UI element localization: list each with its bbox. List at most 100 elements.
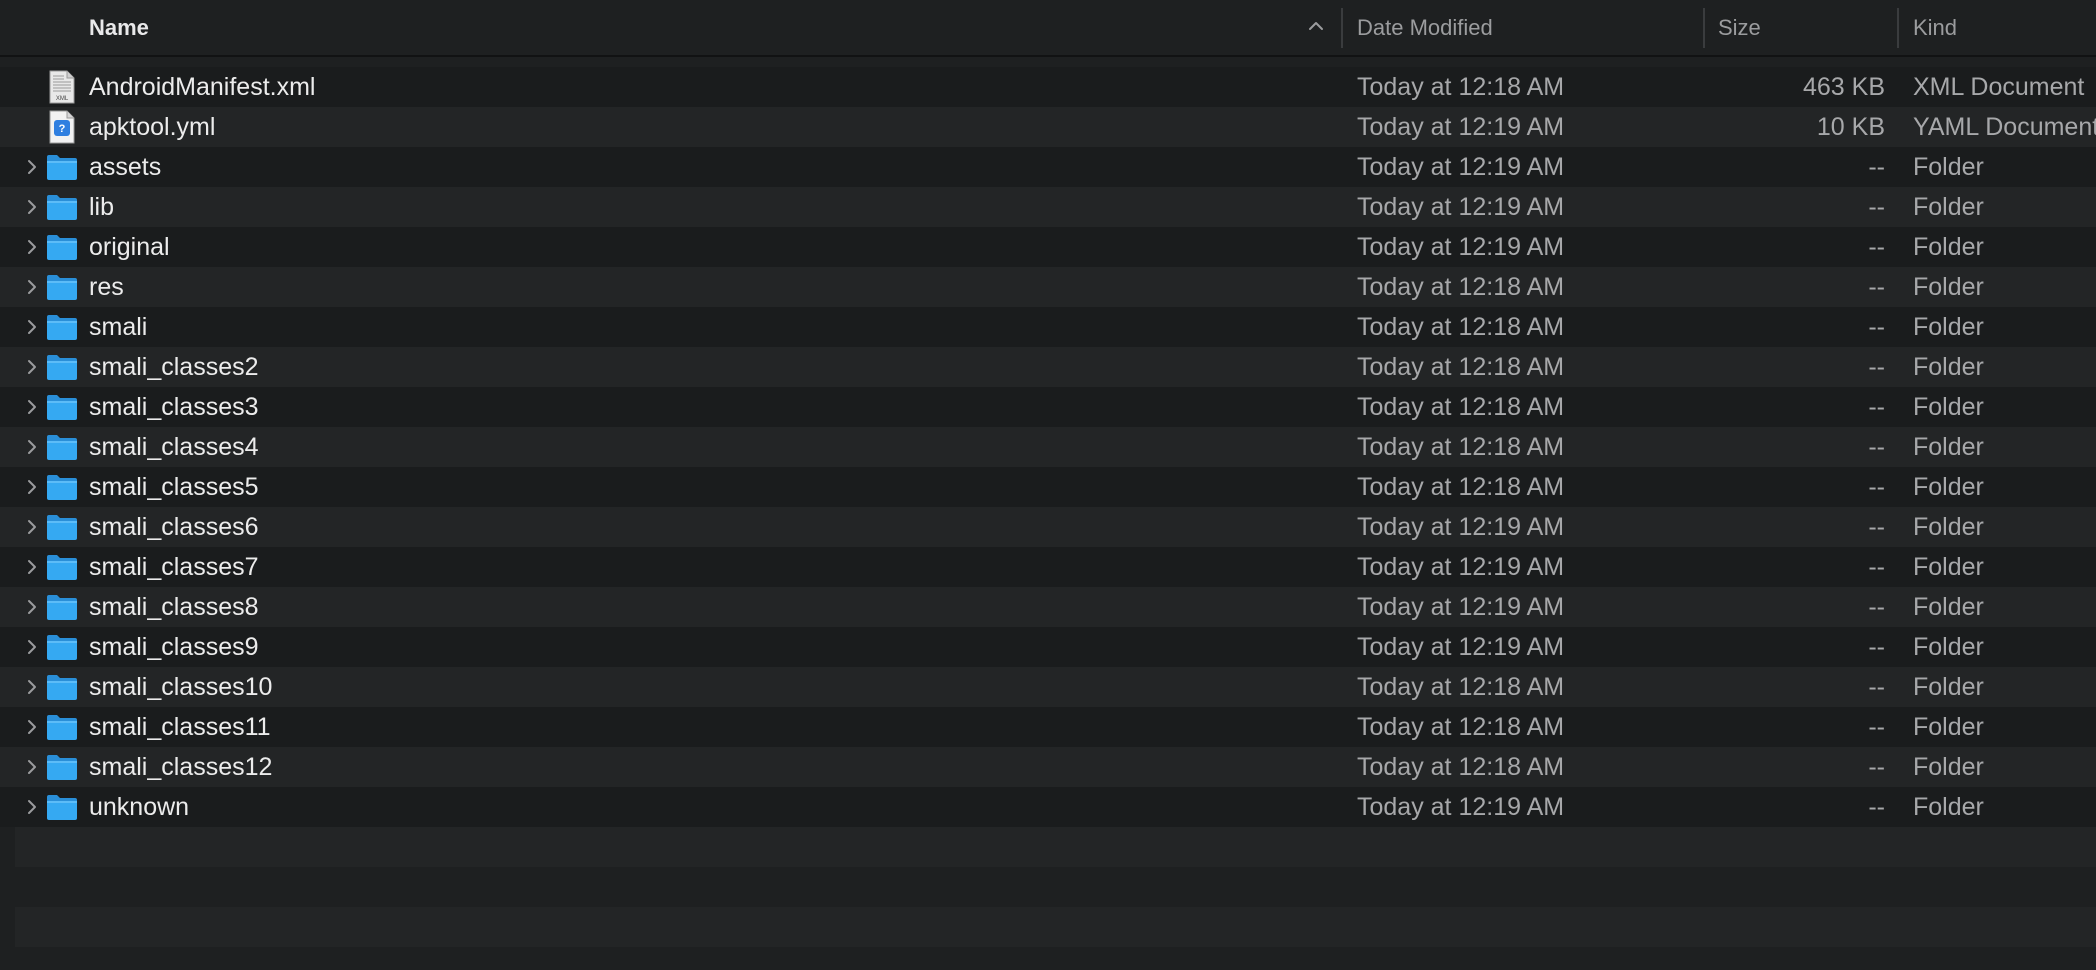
folder-icon — [46, 193, 78, 221]
file-row[interactable]: ? apktool.yml Today at 12:19 AM 10 KB YAML D… — [0, 107, 2096, 147]
date-modified: Today at 12:18 AM — [1357, 393, 1565, 421]
date-modified: Today at 12:18 AM — [1357, 433, 1565, 461]
file-kind: Folder — [1913, 393, 1984, 421]
file-name: unknown — [89, 793, 190, 821]
file-kind: Folder — [1913, 473, 1984, 501]
file-size: -- — [1868, 473, 1885, 501]
yaml-document-icon: ? — [49, 110, 75, 144]
folder-row[interactable]: smali Today at 12:18 AM -- Folder — [0, 307, 2096, 347]
disclosure-chevron-icon[interactable] — [24, 557, 40, 577]
sort-ascending-chevron-icon[interactable] — [1306, 16, 1326, 36]
folder-row[interactable]: smali_classes6 Today at 12:19 AM -- Folder — [0, 507, 2096, 547]
file-row[interactable]: XML AndroidManifest.xml Today at 12:18 AM 4… — [0, 67, 2096, 107]
file-size: -- — [1868, 633, 1885, 661]
file-size: -- — [1868, 273, 1885, 301]
folder-row[interactable]: smali_classes12 Today at 12:18 AM -- Folder — [0, 747, 2096, 787]
file-kind: Folder — [1913, 273, 1984, 301]
file-size: -- — [1868, 153, 1885, 181]
folder-icon — [46, 793, 78, 821]
file-name: smali_classes10 — [89, 673, 273, 701]
folder-row[interactable]: smali_classes4 Today at 12:18 AM -- Folder — [0, 427, 2096, 467]
xml-document-icon: XML — [49, 70, 75, 104]
column-divider[interactable] — [1703, 8, 1705, 48]
disclosure-chevron-icon[interactable] — [24, 397, 40, 417]
file-size: 10 KB — [1816, 113, 1885, 141]
folder-icon — [46, 473, 78, 501]
column-header-bar: Name Date Modified Size Kind — [0, 0, 2096, 57]
disclosure-chevron-icon[interactable] — [24, 477, 40, 497]
folder-row[interactable]: assets Today at 12:19 AM -- Folder — [0, 147, 2096, 187]
column-header-size[interactable]: Size — [1718, 0, 1761, 55]
file-size: 463 KB — [1802, 73, 1885, 101]
date-modified: Today at 12:18 AM — [1357, 753, 1565, 781]
folder-icon — [46, 393, 78, 421]
date-modified: Today at 12:19 AM — [1357, 193, 1565, 221]
file-name: smali_classes2 — [89, 353, 259, 381]
disclosure-chevron-icon[interactable] — [24, 357, 40, 377]
disclosure-chevron-icon[interactable] — [24, 317, 40, 337]
date-modified: Today at 12:19 AM — [1357, 233, 1565, 261]
file-name: smali_classes12 — [89, 753, 273, 781]
file-name: smali_classes6 — [89, 513, 259, 541]
file-kind: Folder — [1913, 713, 1984, 741]
file-kind: YAML Document — [1913, 113, 2096, 141]
file-kind: Folder — [1913, 153, 1984, 181]
disclosure-chevron-icon[interactable] — [24, 717, 40, 737]
column-header-date-modified[interactable]: Date Modified — [1357, 0, 1493, 55]
folder-row[interactable]: smali_classes10 Today at 12:18 AM -- Folder — [0, 667, 2096, 707]
disclosure-chevron-icon[interactable] — [24, 637, 40, 657]
date-modified: Today at 12:19 AM — [1357, 553, 1565, 581]
disclosure-chevron-icon[interactable] — [24, 157, 40, 177]
folder-row[interactable]: original Today at 12:19 AM -- Folder — [0, 227, 2096, 267]
folder-icon — [46, 433, 78, 461]
disclosure-chevron-icon[interactable] — [24, 197, 40, 217]
date-modified: Today at 12:18 AM — [1357, 713, 1565, 741]
file-kind: Folder — [1913, 233, 1984, 261]
disclosure-chevron-icon[interactable] — [24, 757, 40, 777]
file-name: smali_classes9 — [89, 633, 259, 661]
file-list: XML AndroidManifest.xml Today at 12:18 AM 4… — [0, 67, 2096, 827]
folder-row[interactable]: smali_classes3 Today at 12:18 AM -- Folder — [0, 387, 2096, 427]
disclosure-chevron-icon[interactable] — [24, 517, 40, 537]
date-modified: Today at 12:18 AM — [1357, 273, 1565, 301]
disclosure-chevron-icon[interactable] — [24, 797, 40, 817]
empty-row — [15, 827, 2096, 867]
date-modified: Today at 12:18 AM — [1357, 673, 1565, 701]
date-modified: Today at 12:19 AM — [1357, 633, 1565, 661]
folder-row[interactable]: smali_classes7 Today at 12:19 AM -- Folder — [0, 547, 2096, 587]
folder-row[interactable]: res Today at 12:18 AM -- Folder — [0, 267, 2096, 307]
disclosure-chevron-icon[interactable] — [24, 597, 40, 617]
svg-text:XML: XML — [56, 96, 69, 102]
file-name: smali_classes8 — [89, 593, 259, 621]
file-size: -- — [1868, 393, 1885, 421]
column-header-name[interactable]: Name — [89, 0, 149, 55]
file-size: -- — [1868, 793, 1885, 821]
folder-row[interactable]: smali_classes9 Today at 12:19 AM -- Folder — [0, 627, 2096, 667]
file-kind: Folder — [1913, 313, 1984, 341]
file-size: -- — [1868, 753, 1885, 781]
disclosure-chevron-icon[interactable] — [24, 237, 40, 257]
disclosure-chevron-icon[interactable] — [24, 677, 40, 697]
file-kind: Folder — [1913, 753, 1984, 781]
folder-row[interactable]: smali_classes11 Today at 12:18 AM -- Folder — [0, 707, 2096, 747]
folder-icon — [46, 313, 78, 341]
date-modified: Today at 12:18 AM — [1357, 473, 1565, 501]
file-kind: Folder — [1913, 353, 1984, 381]
folder-row[interactable]: unknown Today at 12:19 AM -- Folder — [0, 787, 2096, 827]
folder-icon — [46, 713, 78, 741]
column-header-kind[interactable]: Kind — [1913, 0, 1957, 55]
folder-row[interactable]: smali_classes8 Today at 12:19 AM -- Folder — [0, 587, 2096, 627]
column-divider[interactable] — [1897, 8, 1899, 48]
folder-row[interactable]: smali_classes2 Today at 12:18 AM -- Folder — [0, 347, 2096, 387]
file-size: -- — [1868, 593, 1885, 621]
disclosure-chevron-icon[interactable] — [24, 437, 40, 457]
empty-row — [15, 907, 2096, 947]
file-name: smali_classes7 — [89, 553, 259, 581]
file-size: -- — [1868, 353, 1885, 381]
disclosure-chevron-icon[interactable] — [24, 277, 40, 297]
file-size: -- — [1868, 433, 1885, 461]
column-divider[interactable] — [1341, 8, 1343, 48]
folder-row[interactable]: smali_classes5 Today at 12:18 AM -- Folder — [0, 467, 2096, 507]
folder-row[interactable]: lib Today at 12:19 AM -- Folder — [0, 187, 2096, 227]
file-name: smali_classes11 — [89, 713, 271, 741]
